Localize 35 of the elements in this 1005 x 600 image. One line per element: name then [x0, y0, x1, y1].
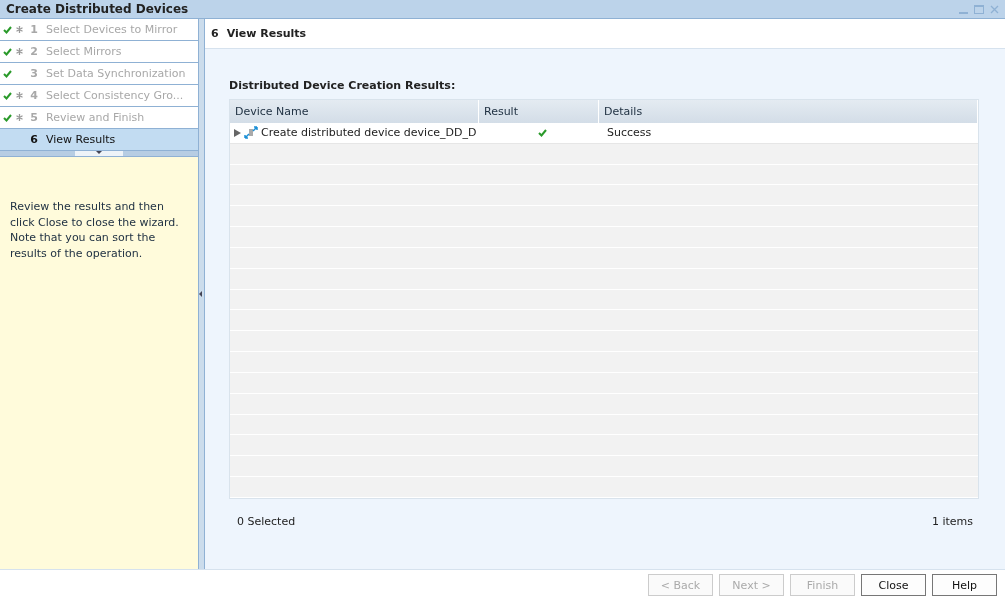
maximize-icon[interactable]: [974, 4, 984, 14]
close-icon[interactable]: [990, 4, 999, 14]
window-title: Create Distributed Devices: [6, 2, 190, 16]
column-header[interactable]: Result: [479, 100, 599, 123]
table-cell: Create distributed device device_DD_D: [261, 126, 477, 140]
step-number: 4: [29, 89, 38, 102]
table-cell: Success: [607, 126, 652, 140]
section-title: Distributed Device Creation Results:: [229, 79, 457, 92]
step-number: 2: [29, 45, 38, 58]
success-check-icon: [538, 128, 547, 137]
step-label: Select Devices to Mirror: [46, 23, 178, 36]
help-text: Review the results and then click Close to close the wizard. Note that you can sort the results of the operation.: [9, 199, 180, 261]
item-count: 1 items: [931, 515, 973, 528]
step-label: Select Consistency Gro...: [46, 89, 184, 102]
device-sync-icon: [244, 126, 258, 140]
step-number: 6: [29, 133, 38, 146]
wizard-step[interactable]: 6 View Results: [0, 129, 198, 151]
column-header[interactable]: Device Name: [230, 100, 479, 123]
expand-arrow-icon[interactable]: [234, 128, 241, 137]
step-number: 1: [29, 23, 38, 36]
step-number: 5: [29, 111, 38, 124]
wizard-button[interactable]: Close: [861, 574, 926, 596]
step-label: Review and Finish: [46, 111, 145, 124]
selected-count: 0 Selected: [237, 515, 296, 528]
column-header[interactable]: Details: [599, 100, 978, 123]
step-number: 3: [29, 67, 38, 80]
table-row[interactable]: Create distributed device device_DD_D Success: [230, 122, 978, 144]
step-label: Set Data Synchronization: [46, 67, 186, 80]
wizard-button[interactable]: Help: [932, 574, 997, 596]
collapse-handle[interactable]: [75, 151, 123, 156]
step-label: View Results: [46, 133, 116, 146]
page-number: 6: [211, 27, 219, 40]
step-label: Select Mirrors: [46, 45, 122, 58]
page-title: View Results: [226, 27, 307, 40]
splitter[interactable]: [198, 19, 205, 569]
